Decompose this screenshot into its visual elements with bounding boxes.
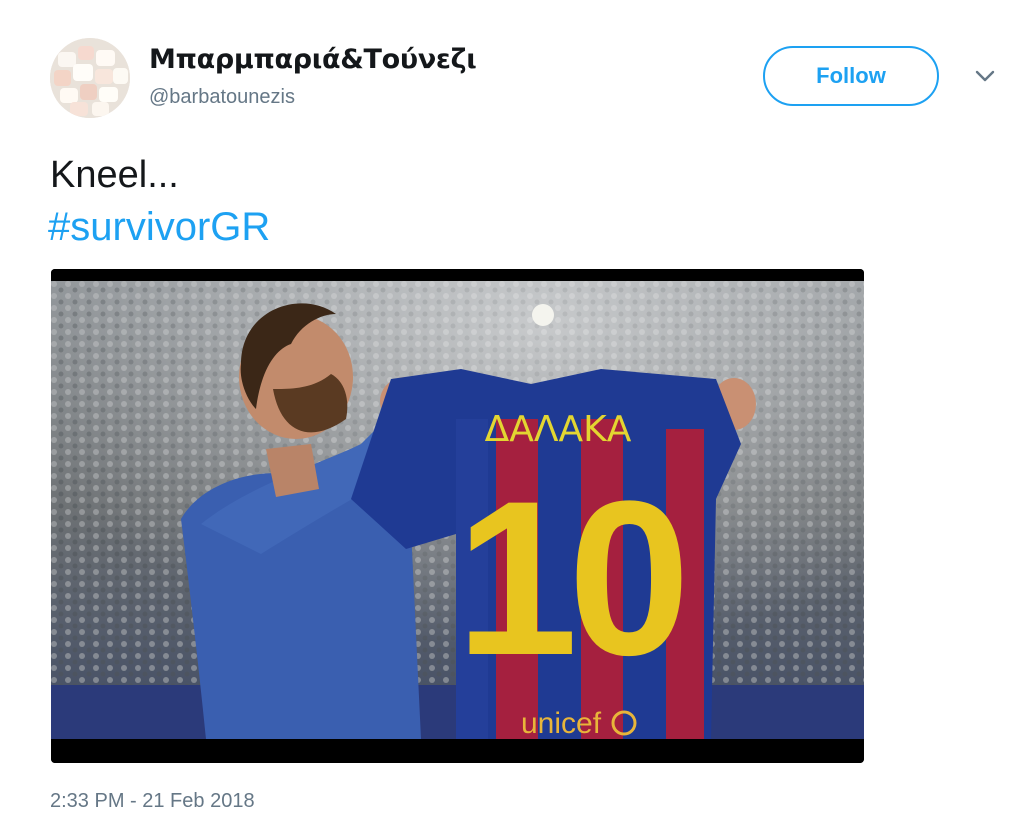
follow-button[interactable]: Follow (763, 46, 939, 106)
author-display-name[interactable]: Μπαρμπαριά&Τούνεζι (149, 44, 477, 75)
jersey-number: 10 (456, 455, 682, 701)
avatar[interactable] (50, 38, 130, 118)
tweet-image[interactable]: ΔΑΛΑΚΑ 10 unicef (51, 269, 864, 763)
tweet-timestamp[interactable]: 2:33 PM - 21 Feb 2018 (50, 790, 255, 813)
tweet-text: Kneel... (50, 154, 179, 196)
chevron-down-icon[interactable] (972, 66, 998, 86)
hashtag-link[interactable]: #survivorGR (48, 202, 270, 252)
jersey-sponsor: unicef (521, 707, 602, 740)
author-handle[interactable]: @barbatounezis (149, 86, 295, 109)
jersey-name: ΔΑΛΑΚΑ (485, 409, 632, 450)
marshmallows-icon (50, 38, 130, 118)
player-jersey-photo: ΔΑΛΑΚΑ 10 unicef (51, 269, 864, 763)
